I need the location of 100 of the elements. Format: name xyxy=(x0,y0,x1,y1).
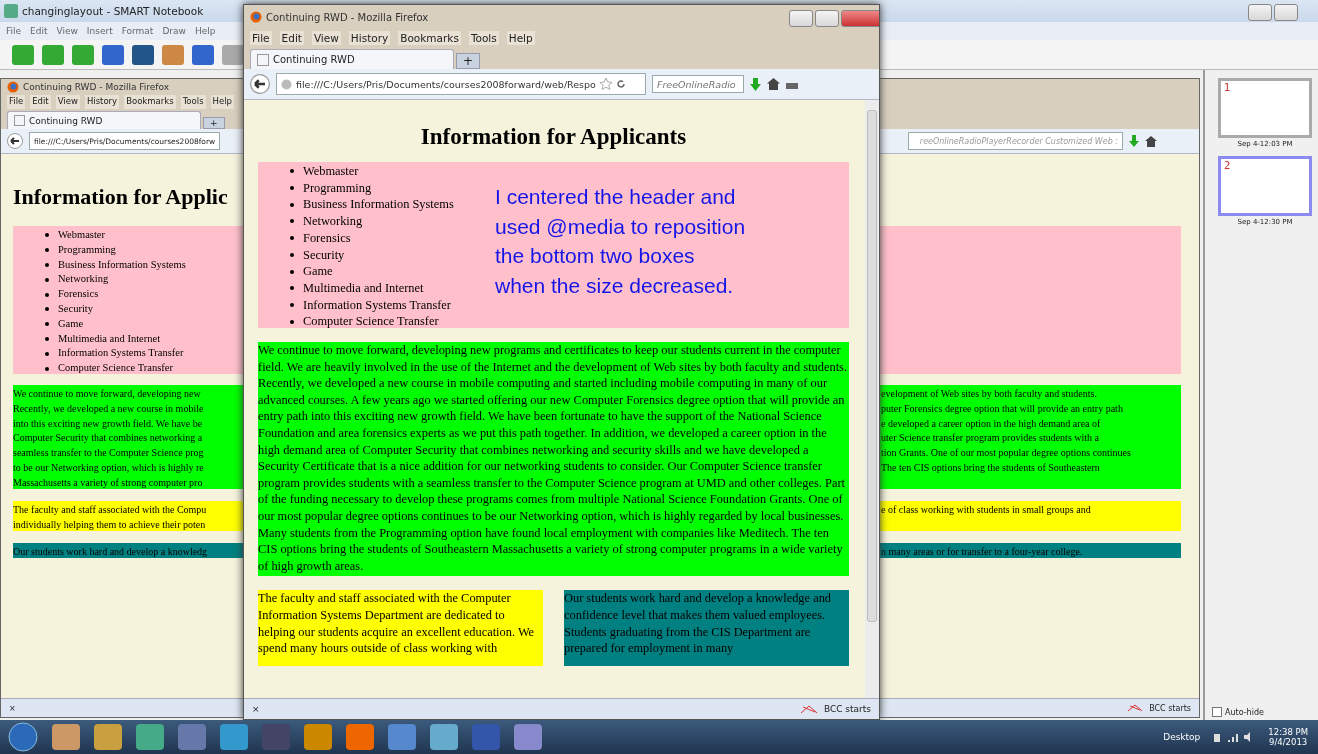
download-icon[interactable] xyxy=(750,77,761,91)
list-item: Computer Science Transfer xyxy=(303,313,439,331)
bullet-icon xyxy=(290,236,294,241)
back-icon[interactable] xyxy=(7,133,23,149)
list-item: Computer Science Transfer xyxy=(58,361,173,376)
list-item: Information Systems Transfer xyxy=(58,346,184,361)
reload-icon[interactable] xyxy=(615,79,626,89)
bullet-icon xyxy=(290,219,294,224)
star-icon[interactable] xyxy=(599,78,612,90)
toolbar-icon[interactable] xyxy=(192,44,214,65)
paragraph-line: evelopment of Web sites by both faculty and students. xyxy=(881,387,1098,401)
bullet-icon xyxy=(290,252,294,257)
menu-item[interactable]: Draw xyxy=(162,26,186,36)
maximize-button[interactable] xyxy=(1274,4,1298,21)
paragraph: The faculty and staff associated with the Computer Information Systems Department are dedicated to helping our students acquire an excellent education. We spend many hours outside of class working with xyxy=(258,590,543,667)
menu-item[interactable]: File xyxy=(250,31,272,45)
minimize-button[interactable] xyxy=(789,10,813,27)
menu-item[interactable]: Help xyxy=(194,26,216,36)
menu-item[interactable]: Bookmarks xyxy=(124,95,176,109)
menu-item[interactable]: Tools xyxy=(468,31,499,45)
list-item: Information Systems Transfer xyxy=(303,296,451,314)
window-title: Continuing RWD - Mozilla Firefox xyxy=(23,82,170,92)
paragraph-line: Computer Security that combines networking a xyxy=(13,431,204,446)
checkbox[interactable] xyxy=(1212,707,1222,717)
annotation-text: when the size decreased. xyxy=(495,272,735,299)
menu-item[interactable]: Tools xyxy=(180,95,206,109)
paragraph-line: tion Grants. One of our most popular degree options continues xyxy=(881,446,1132,461)
menu-item[interactable]: View xyxy=(56,26,78,36)
page-thumbnail[interactable]: 1 xyxy=(1218,78,1312,138)
toolbar-icon[interactable] xyxy=(222,44,244,65)
list-item: Programming xyxy=(58,242,116,257)
page-heading: Information for Applic xyxy=(13,184,228,210)
bullet-icon xyxy=(290,169,294,174)
new-tab-button[interactable]: + xyxy=(456,53,481,69)
page-thumbnail[interactable]: 2 xyxy=(1218,156,1312,216)
annotation-text: I centered the header and xyxy=(495,184,737,210)
back-icon[interactable] xyxy=(250,74,270,94)
list-item: Forensics xyxy=(58,287,99,302)
browser-tab[interactable]: Continuing RWD xyxy=(7,111,201,129)
menu-item[interactable]: Format xyxy=(121,26,154,36)
list-item: Security xyxy=(58,302,93,316)
home-icon[interactable] xyxy=(767,78,780,90)
desktop-toolbar[interactable]: Desktop xyxy=(1163,732,1201,742)
bullet-icon xyxy=(45,351,49,356)
status-text: BCC starts xyxy=(1149,703,1191,713)
annotation-text: used @media to reposition xyxy=(495,213,746,240)
paragraph-line: Massachusetts a variety of strong computer pro xyxy=(13,475,204,490)
download-icon[interactable] xyxy=(1129,135,1139,147)
window-title: changinglayout - SMART Notebook xyxy=(22,5,204,17)
home-icon[interactable] xyxy=(1145,135,1157,147)
paragraph-line: Recently, we developed a new course in mobile xyxy=(13,401,204,416)
clock-date: 9/4/2013 xyxy=(1269,737,1308,747)
menu-item[interactable]: Bookmarks xyxy=(398,31,461,45)
menu-item[interactable]: View xyxy=(311,31,341,45)
paragraph-line: seamless transfer to the Computer Science prog xyxy=(13,446,204,461)
close-addon-bar-button[interactable]: × xyxy=(252,704,260,714)
toolbar-icon[interactable] xyxy=(132,44,154,65)
bullet-icon xyxy=(290,302,294,307)
bullet-icon xyxy=(45,292,49,297)
menu-item[interactable]: View xyxy=(55,95,80,109)
list-item: Business Information Systems xyxy=(303,196,454,214)
menu-item[interactable]: Edit xyxy=(30,95,51,109)
list-item: Game xyxy=(303,263,333,280)
menu-item[interactable]: Insert xyxy=(86,26,113,36)
paragraph: We continue to move forward, developing new programs and certificates to keep our students current in the computer field. We are heavily involved in the use of the Internet and the development of Web sites by both faculty and students. Recently, we developed a new course in mobile computing and started including mobile computing in many of our advanced courses. A few years ago we started offering our new Computer Forensics degree option that will provide an entry path into this exciting new growth field. We have been fortunate to have the support of the National Science Foundation and area forensics experts as we put this path together. In addition, we developed a career option in the high demand area of Computer Security that combines networking and security skills and we have developed a Security Certificate that is a nice addition for our networking students to consider. Our Computer Science transfer program provides students with a seamless transfer to the Computer Science program at UMD and other colleges. Part of the funding necessary to develop these programs comes from multiple National Science Foundation Grants. One of our most popular degree options continues to be our Networking option, which is highly regarded by local businesses. Many students from the Programming option have found local employment with companies like Meditech. The ten CIS options bring the students of Southeastern Massachusetts a variety of strong computer programs in a wide variety of high growth areas. xyxy=(258,342,849,577)
new-tab-button[interactable]: + xyxy=(203,117,225,129)
paragraph-line: The ten CIS options bring the students of Southeastern xyxy=(881,461,1101,475)
address-bar[interactable]: file:///C:/Users/Pris/Documents/courses2008forward/web/Respo xyxy=(276,73,646,95)
menu-item[interactable]: Edit xyxy=(30,26,48,36)
menu-item[interactable]: History xyxy=(84,95,120,109)
paragraph-line: n many areas or for transfer to a four-year college. xyxy=(881,545,1084,559)
scrollbar[interactable] xyxy=(865,100,879,698)
bullet-icon xyxy=(45,307,49,312)
clock-time: 12:38 PM xyxy=(1268,727,1308,737)
page-heading: Information for Applicants xyxy=(420,124,687,149)
bullet-icon xyxy=(290,202,294,207)
menu-item[interactable]: File xyxy=(6,26,22,36)
bullet-icon xyxy=(45,277,49,282)
minimize-button[interactable] xyxy=(1248,4,1272,21)
menu-item[interactable]: Help xyxy=(210,95,234,109)
menu-item[interactable]: History xyxy=(348,31,391,45)
close-button[interactable] xyxy=(841,10,879,27)
list-item: Webmaster xyxy=(58,228,105,242)
paragraph-line: uter Science transfer program provides students with a xyxy=(881,431,1100,446)
close-addon-bar-button[interactable]: × xyxy=(9,703,16,713)
bullet-icon xyxy=(290,286,294,291)
browser-tab[interactable]: Continuing RWD xyxy=(250,49,454,69)
list-item: Game xyxy=(58,316,84,331)
list-item: Multimedia and Internet xyxy=(303,279,424,297)
menu-item[interactable]: File xyxy=(7,95,26,109)
menu-item[interactable]: Edit xyxy=(279,31,304,45)
paragraph-line: into this exciting new growth field. We have be xyxy=(13,416,204,431)
menu-item[interactable]: Help xyxy=(506,31,535,45)
page-number: 2 xyxy=(1224,160,1231,171)
maximize-button[interactable] xyxy=(815,10,839,27)
paragraph-line: We continue to move forward, developing new xyxy=(13,387,202,401)
start-button[interactable] xyxy=(8,722,38,752)
list-item: Forensics xyxy=(303,229,351,247)
search-field[interactable]: FreeOnlineRadio xyxy=(652,75,744,93)
toolbar-icon[interactable] xyxy=(102,44,124,65)
